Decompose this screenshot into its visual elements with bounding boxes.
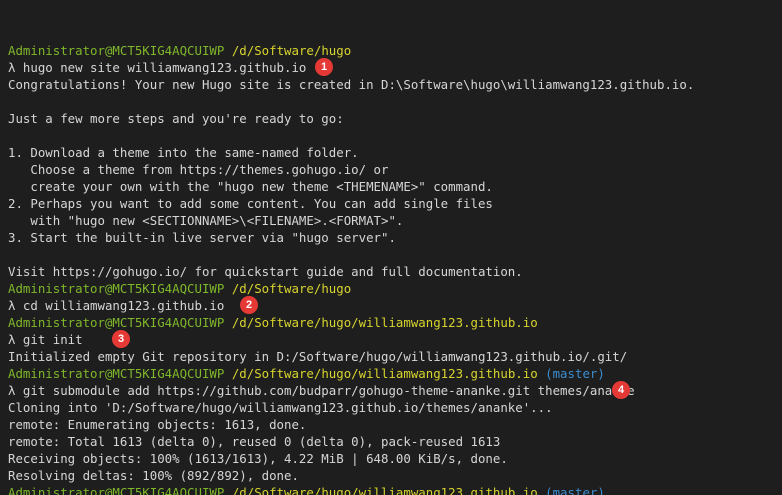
terminal-line-command: λ git submodule add https://github.com/b… [8, 381, 782, 399]
prompt-path: /d/Software/hugo/williamwang123.github.i… [231, 485, 538, 495]
terminal-line-output: Cloning into 'D:/Software/hugo/williamwa… [8, 399, 782, 416]
command-text: λ cd williamwang123.github.io [8, 298, 225, 313]
output-text: Choose a theme from https://themes.gohug… [8, 162, 389, 177]
terminal-line-output: Receiving objects: 100% (1613/1613), 4.2… [8, 450, 782, 467]
terminal-line-prompt: Administrator@MCT5KIG4AQCUIWP /d/Softwar… [8, 314, 782, 331]
terminal-line-command: λ hugo new site williamwang123.github.io… [8, 58, 782, 76]
terminal-line-output [8, 246, 782, 263]
output-text: Congratulations! Your new Hugo site is c… [8, 77, 695, 92]
output-text: 3. Start the built-in live server via "h… [8, 230, 396, 245]
prompt-path: /d/Software/hugo [231, 43, 352, 58]
terminal-line-output: Choose a theme from https://themes.gohug… [8, 161, 782, 178]
terminal-line-command: λ cd williamwang123.github.io 2 [8, 296, 782, 314]
terminal-line-output: Visit https://gohugo.io/ for quickstart … [8, 263, 782, 280]
output-text: Receiving objects: 100% (1613/1613), 4.2… [8, 451, 508, 466]
prompt-user-host: Administrator@MCT5KIG4AQCUIWP [8, 366, 225, 381]
prompt-git-branch: (master) [545, 485, 605, 495]
terminal-line-output: Just a few more steps and you're ready t… [8, 110, 782, 127]
step-number-badge: 2 [240, 296, 258, 314]
output-text: remote: Total 1613 (delta 0), reused 0 (… [8, 434, 501, 449]
prompt-user-host: Administrator@MCT5KIG4AQCUIWP [8, 315, 225, 330]
command-text: λ git init [8, 332, 83, 347]
prompt-user-host: Administrator@MCT5KIG4AQCUIWP [8, 43, 225, 58]
output-text: Initialized empty Git repository in D:/S… [8, 349, 628, 364]
step-number-badge: 3 [112, 330, 130, 348]
output-text: Resolving deltas: 100% (892/892), done. [8, 468, 299, 483]
terminal-line-output: Resolving deltas: 100% (892/892), done. [8, 467, 782, 484]
output-text: 1. Download a theme into the same-named … [8, 145, 359, 160]
terminal-line-prompt: Administrator@MCT5KIG4AQCUIWP /d/Softwar… [8, 484, 782, 495]
terminal-line-output: remote: Total 1613 (delta 0), reused 0 (… [8, 433, 782, 450]
prompt-path: /d/Software/hugo/williamwang123.github.i… [231, 366, 538, 381]
prompt-user-host: Administrator@MCT5KIG4AQCUIWP [8, 281, 225, 296]
terminal-line-output: remote: Enumerating objects: 1613, done. [8, 416, 782, 433]
output-text: with "hugo new <SECTIONNAME>\<FILENAME>.… [8, 213, 404, 228]
terminal-line-command: λ git init 3 [8, 330, 782, 348]
command-text: λ hugo new site williamwang123.github.io [8, 60, 307, 75]
output-text: Visit https://gohugo.io/ for quickstart … [8, 264, 523, 279]
prompt-git-branch: (master) [545, 366, 605, 381]
terminal-line-output: 2. Perhaps you want to add some content.… [8, 195, 782, 212]
output-text: Just a few more steps and you're ready t… [8, 111, 344, 126]
terminal-line-output: 1. Download a theme into the same-named … [8, 144, 782, 161]
terminal-line-prompt: Administrator@MCT5KIG4AQCUIWP /d/Softwar… [8, 42, 782, 59]
terminal-line-output [8, 93, 782, 110]
terminal-line-prompt: Administrator@MCT5KIG4AQCUIWP /d/Softwar… [8, 280, 782, 297]
terminal-line-output: Initialized empty Git repository in D:/S… [8, 348, 782, 365]
terminal-window[interactable]: Administrator@MCT5KIG4AQCUIWP /d/Softwar… [0, 0, 782, 495]
terminal-line-output [8, 127, 782, 144]
terminal-line-output: Congratulations! Your new Hugo site is c… [8, 76, 782, 93]
prompt-user-host: Administrator@MCT5KIG4AQCUIWP [8, 485, 225, 495]
output-text: 2. Perhaps you want to add some content.… [8, 196, 493, 211]
terminal-line-prompt: Administrator@MCT5KIG4AQCUIWP /d/Softwar… [8, 365, 782, 382]
output-text: remote: Enumerating objects: 1613, done. [8, 417, 307, 432]
step-number-badge: 1 [315, 58, 333, 76]
command-text: λ git submodule add https://github.com/b… [8, 383, 635, 398]
output-text: create your own with the "hugo new theme… [8, 179, 493, 194]
output-text: Cloning into 'D:/Software/hugo/williamwa… [8, 400, 553, 415]
terminal-line-output: with "hugo new <SECTIONNAME>\<FILENAME>.… [8, 212, 782, 229]
step-number-badge: 4 [612, 381, 630, 399]
terminal-line-output: create your own with the "hugo new theme… [8, 178, 782, 195]
terminal-line-output: 3. Start the built-in live server via "h… [8, 229, 782, 246]
prompt-path: /d/Software/hugo/williamwang123.github.i… [231, 315, 538, 330]
prompt-path: /d/Software/hugo [231, 281, 352, 296]
